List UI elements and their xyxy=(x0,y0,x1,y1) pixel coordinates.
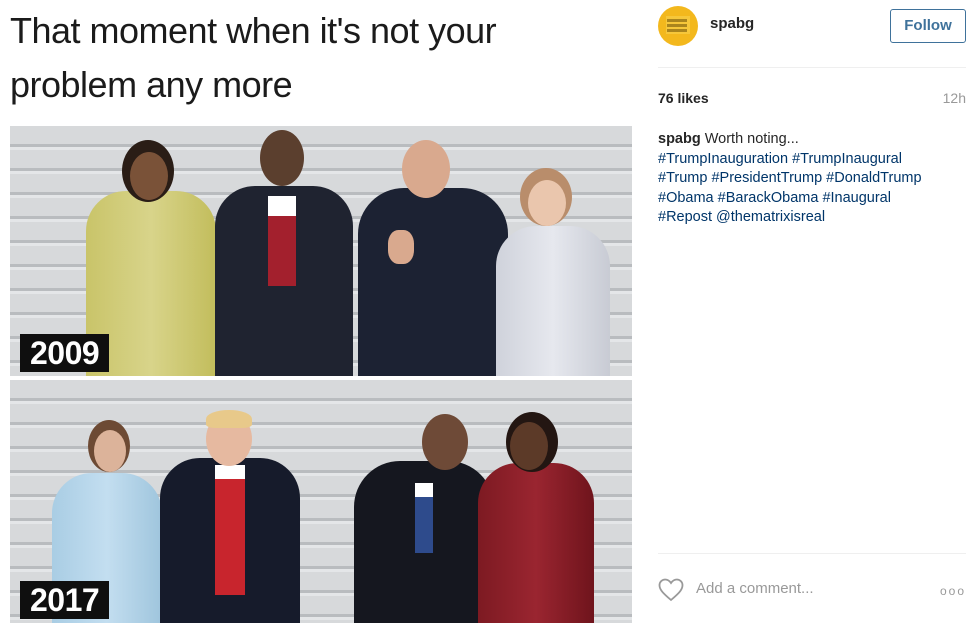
caption-text: Worth noting... xyxy=(704,131,799,147)
hashtag[interactable]: #Repost xyxy=(658,209,712,225)
caption-author[interactable]: spabg xyxy=(658,131,701,147)
mention-link[interactable]: @thematrixisreal xyxy=(716,209,825,225)
hashtag[interactable]: #TrumpInauguration xyxy=(658,151,788,167)
hashtag[interactable]: #Inaugural xyxy=(822,190,891,206)
post-caption: spabg Worth noting... #TrumpInauguration… xyxy=(658,130,958,228)
hashtag[interactable]: #BarackObama xyxy=(718,190,819,206)
hashtag[interactable]: #TrumpInaugural xyxy=(792,151,902,167)
add-comment-input[interactable]: Add a comment... xyxy=(696,580,814,597)
post-header: spabg Follow xyxy=(658,0,966,68)
year-label-2017: 2017 xyxy=(20,581,110,619)
post-details-panel: spabg Follow 76 likes 12h spabg Worth no… xyxy=(640,0,980,623)
follow-button[interactable]: Follow xyxy=(890,9,966,43)
hashtag[interactable]: #Trump xyxy=(658,170,707,186)
heart-icon[interactable] xyxy=(658,578,684,602)
hashtag[interactable]: #PresidentTrump xyxy=(711,170,822,186)
meme-caption: That moment when it's not your problem a… xyxy=(10,10,497,105)
username[interactable]: spabg xyxy=(710,15,754,32)
comment-bar: Add a comment... ooo xyxy=(658,553,966,623)
hashtag[interactable]: #Obama xyxy=(658,190,714,206)
instagram-post-view: That moment when it's not your problem a… xyxy=(0,0,980,623)
post-time[interactable]: 12h xyxy=(943,90,966,106)
post-image[interactable]: That moment when it's not your problem a… xyxy=(0,0,640,623)
photo-2017: 2017 xyxy=(10,380,632,623)
avatar[interactable] xyxy=(658,6,698,46)
more-options-icon[interactable]: ooo xyxy=(940,584,966,598)
likes-count[interactable]: 76 likes xyxy=(658,90,709,106)
photo-2009: 2009 xyxy=(10,126,632,376)
hashtag[interactable]: #DonaldTrump xyxy=(826,170,921,186)
year-label-2009: 2009 xyxy=(20,334,110,372)
